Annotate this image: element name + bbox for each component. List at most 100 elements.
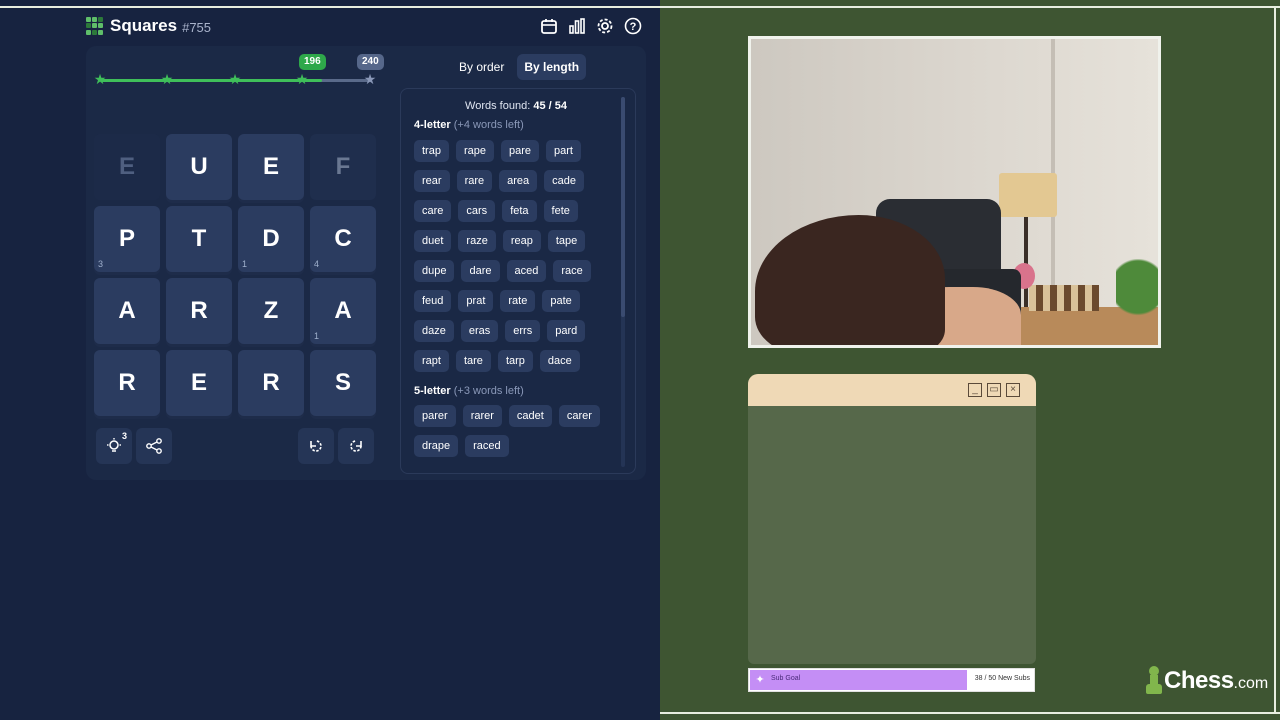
chat-titlebar: _ ▭ × [748, 374, 1036, 406]
help-icon[interactable]: ? [624, 17, 642, 35]
letter-tile[interactable]: P3 [94, 206, 160, 272]
tab-by-order[interactable]: By order [452, 54, 511, 80]
share-icon [146, 438, 162, 454]
scrollbar-thumb[interactable] [621, 97, 625, 317]
chess-com-logo: Chess .com [1146, 664, 1268, 698]
chat-window: _ ▭ × [748, 374, 1036, 664]
rotate-right-button[interactable] [338, 428, 374, 464]
letter-tile[interactable]: D1 [238, 206, 304, 272]
tab-by-length[interactable]: By length [517, 54, 587, 80]
rotate-left-button[interactable] [298, 428, 334, 464]
found-words-panel: Words found: 45 / 54 4-letter (+4 words … [400, 88, 636, 474]
letter-tile[interactable]: U [166, 134, 232, 200]
word-chip[interactable]: rear [414, 170, 450, 192]
letter-tile[interactable]: S [310, 350, 376, 416]
star-icon: ★ [93, 71, 107, 87]
word-chip[interactable]: race [553, 260, 591, 282]
word-chip[interactable]: tare [455, 350, 491, 372]
word-chip[interactable]: tarp [497, 350, 533, 372]
word-chip[interactable]: fete [543, 200, 578, 222]
word-chip[interactable]: eras [460, 320, 499, 342]
word-chip[interactable]: pare [501, 140, 540, 162]
max-score-badge: 240 [357, 54, 384, 70]
sort-tabs: By order By length [452, 54, 587, 80]
word-chip[interactable]: drape [414, 435, 459, 457]
maximize-icon[interactable]: ▭ [987, 383, 1001, 397]
word-chip[interactable]: care [414, 200, 452, 222]
word-chip[interactable]: dace [539, 350, 580, 372]
letter-tile[interactable]: E [94, 134, 160, 200]
hint-button[interactable]: 3 [96, 428, 132, 464]
word-chip[interactable]: cadet [508, 405, 552, 427]
letter-tile[interactable]: E [238, 134, 304, 200]
star-icon: ★ [160, 71, 174, 87]
letter-tile[interactable]: A [94, 278, 160, 344]
word-chip[interactable]: pard [547, 320, 586, 342]
word-chip[interactable]: daze [414, 320, 454, 342]
logo-text: Chess [1164, 667, 1234, 694]
letter-tile[interactable]: T [166, 206, 232, 272]
sub-goal-count: 38 / 50 New Subs [974, 675, 1030, 682]
words-found-counter: Words found: 45 / 54 [465, 100, 567, 112]
hint-icon [107, 438, 121, 452]
game-title: Squares [110, 16, 178, 35]
letter-grid: E U E F P3 T D1 C4 A R Z A1 R E R S [94, 134, 378, 418]
calendar-icon[interactable] [540, 17, 558, 35]
logo-suffix: .com [1233, 675, 1269, 692]
close-icon[interactable]: × [1006, 383, 1020, 397]
pawn-icon [1146, 666, 1162, 696]
word-chip[interactable]: rapt [414, 350, 449, 372]
star-icon: ✦ [755, 674, 765, 686]
letter-tile[interactable]: A1 [310, 278, 376, 344]
letter-tile[interactable]: E [166, 350, 232, 416]
star-icon: ★ [363, 71, 377, 87]
word-chip[interactable]: carer [558, 405, 600, 427]
word-chip[interactable]: raze [458, 230, 496, 252]
word-chip[interactable]: rarer [462, 405, 502, 427]
word-list-4-letter: trap rape pare part rear rare area cade … [414, 140, 606, 372]
word-chip[interactable]: aced [506, 260, 547, 282]
section-title-4-letter: 4-letter (+4 words left) [414, 119, 524, 131]
letter-tile[interactable]: C4 [310, 206, 376, 272]
word-chip[interactable]: tape [547, 230, 586, 252]
sub-goal-label: Sub Goal [771, 675, 801, 682]
word-chip[interactable]: duet [414, 230, 452, 252]
word-chip[interactable]: area [499, 170, 538, 192]
word-chip[interactable]: rare [456, 170, 493, 192]
letter-tile[interactable]: R [94, 350, 160, 416]
word-chip[interactable]: feta [502, 200, 537, 222]
minimize-icon[interactable]: _ [968, 383, 982, 397]
star-icon: ★ [295, 71, 309, 87]
word-chip[interactable]: pate [542, 290, 580, 312]
stats-icon[interactable] [568, 17, 586, 35]
share-button[interactable] [136, 428, 172, 464]
settings-icon[interactable] [596, 17, 614, 35]
word-chip[interactable]: prat [458, 290, 494, 312]
word-chip[interactable]: part [546, 140, 581, 162]
letter-tile[interactable]: R [238, 350, 304, 416]
word-chip[interactable]: cars [458, 200, 496, 222]
letter-tile[interactable]: Z [238, 278, 304, 344]
letter-tile[interactable]: R [166, 278, 232, 344]
word-chip[interactable]: feud [414, 290, 452, 312]
word-chip[interactable]: parer [414, 405, 456, 427]
rotate-left-icon [310, 440, 322, 452]
game-header: Squares #755 ? [86, 14, 646, 38]
star-icon: ★ [228, 71, 242, 87]
hints-count: 3 [121, 431, 127, 441]
svg-text:?: ? [630, 21, 637, 33]
frame-border [1274, 6, 1276, 714]
puzzle-number: #755 [182, 19, 212, 35]
word-chip[interactable]: cade [544, 170, 585, 192]
letter-tile[interactable]: F [310, 134, 376, 200]
word-chip[interactable]: reap [502, 230, 541, 252]
word-chip[interactable]: dare [461, 260, 500, 282]
word-chip[interactable]: rate [500, 290, 536, 312]
rotate-right-icon [350, 440, 362, 452]
word-chip[interactable]: trap [414, 140, 449, 162]
word-chip[interactable]: raced [465, 435, 509, 457]
word-chip[interactable]: dupe [414, 260, 455, 282]
current-score-badge: 196 [299, 54, 326, 70]
word-chip[interactable]: rape [455, 140, 494, 162]
word-chip[interactable]: errs [505, 320, 541, 342]
